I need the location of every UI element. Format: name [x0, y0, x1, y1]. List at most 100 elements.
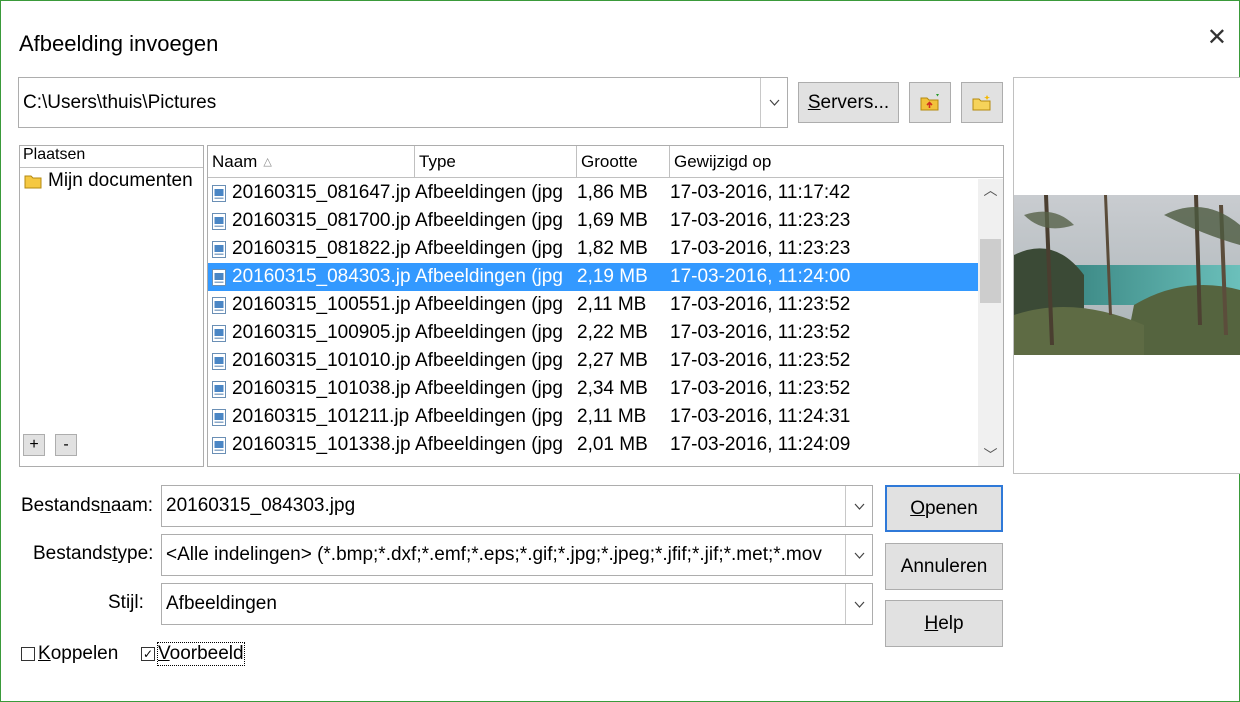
place-item-my-documents[interactable]: Mijn documenten	[24, 170, 193, 192]
cell-modified-text: 17-03-2016, 11:23:23	[670, 238, 851, 259]
cell-modified: 17-03-2016, 11:23:23	[670, 207, 978, 235]
cell-name-text: 20160315_081647.jp	[232, 182, 411, 203]
table-row[interactable]: 20160315_100905.jp Afbeeldingen (jpg 2,22 …	[208, 319, 978, 347]
preview-checkbox-label: Voorbeeld	[157, 642, 245, 666]
open-button[interactable]: Openen	[885, 485, 1003, 532]
servers-label-mnemonic: S	[807, 91, 821, 113]
preview-image	[1014, 195, 1240, 355]
cell-type-text: Afbeeldingen (jpg	[415, 406, 563, 427]
column-header-modified[interactable]: Gewijzigd op	[670, 146, 1003, 178]
image-file-icon	[212, 296, 226, 314]
filename-combobox[interactable]: 20160315_084303.jpg	[161, 485, 873, 527]
cell-modified: 17-03-2016, 11:17:42	[670, 179, 978, 207]
table-row[interactable]: 20160315_101010.jp Afbeeldingen (jpg 2,27 …	[208, 347, 978, 375]
remove-place-button[interactable]: -	[55, 434, 77, 456]
cell-size: 2,22 MB	[577, 319, 670, 347]
cell-name: 20160315_101338.jp	[208, 431, 415, 459]
preview-checkbox[interactable]: ✓ Voorbeeld	[141, 642, 245, 666]
cell-type-text: Afbeeldingen (jpg	[415, 434, 563, 455]
cell-modified-text: 17-03-2016, 11:23:52	[670, 322, 851, 343]
cell-size: 2,34 MB	[577, 375, 670, 403]
filename-dropdown-arrow[interactable]	[845, 486, 872, 526]
column-header-name[interactable]: Naam △	[208, 146, 415, 178]
cell-name: 20160315_100905.jp	[208, 319, 415, 347]
table-row[interactable]: 20160315_101211.jp Afbeeldingen (jpg 2,11 …	[208, 403, 978, 431]
cell-name: 20160315_100551.jp	[208, 291, 415, 319]
cell-modified: 17-03-2016, 11:24:31	[670, 403, 978, 431]
cell-name-text: 20160315_101211.jp	[232, 406, 410, 427]
chevron-down-icon	[854, 601, 864, 608]
cell-size: 1,82 MB	[577, 235, 670, 263]
cell-size: 1,69 MB	[577, 207, 670, 235]
image-file-icon	[212, 212, 226, 230]
table-row[interactable]: 20160315_101038.jp Afbeeldingen (jpg 2,34 …	[208, 375, 978, 403]
cell-size-text: 2,01 MB	[577, 434, 648, 455]
column-header-type[interactable]: Type	[415, 146, 577, 178]
style-value: Afbeeldingen	[166, 593, 277, 614]
filename-field[interactable]: 20160315_084303.jpg	[166, 486, 355, 526]
link-checkbox-box[interactable]	[21, 647, 35, 661]
scroll-down-icon[interactable]: ﹀	[978, 444, 1003, 466]
table-row[interactable]: 20160315_084303.jp Afbeeldingen (jpg 2,19 …	[208, 263, 978, 291]
cancel-button[interactable]: Annuleren	[885, 543, 1003, 590]
cell-size-text: 2,11 MB	[577, 406, 647, 427]
table-row[interactable]: 20160315_081647.jp Afbeeldingen (jpg 1,86 …	[208, 179, 978, 207]
new-folder-icon	[972, 94, 991, 110]
cell-name-text: 20160315_101038.jp	[232, 378, 411, 399]
table-row[interactable]: 20160315_081700.jp Afbeeldingen (jpg 1,69 …	[208, 207, 978, 235]
filetype-combobox[interactable]: <Alle indelingen> (*.bmp;*.dxf;*.emf;*.e…	[161, 534, 873, 576]
servers-button[interactable]: Servers...	[798, 82, 899, 123]
preview-label: oorbeeld	[169, 643, 244, 664]
cell-size: 2,11 MB	[577, 403, 670, 431]
cell-modified: 17-03-2016, 11:24:00	[670, 263, 978, 291]
filetype-dropdown-arrow[interactable]	[845, 535, 872, 575]
servers-label: ervers...	[820, 91, 890, 113]
chevron-down-icon	[854, 503, 864, 510]
new-folder-button[interactable]	[961, 82, 1003, 123]
cell-size-text: 2,22 MB	[577, 322, 648, 343]
column-header-size[interactable]: Grootte	[577, 146, 670, 178]
filetype-label-pre: Bestands	[33, 543, 113, 564]
style-dropdown-arrow[interactable]	[845, 584, 872, 624]
folder-up-button[interactable]	[909, 82, 951, 123]
filename-label-mnemonic: n	[100, 495, 111, 516]
file-list-scrollbar[interactable]: ︿ ﹀	[978, 179, 1003, 466]
image-file-icon	[212, 352, 226, 370]
table-row[interactable]: 20160315_081822.jp Afbeeldingen (jpg 1,82 …	[208, 235, 978, 263]
place-item-label: Mijn documenten	[48, 170, 193, 191]
link-checkbox[interactable]: Koppelen	[21, 643, 118, 665]
cell-name-text: 20160315_100551.jp	[232, 294, 411, 315]
path-dropdown-arrow[interactable]	[760, 78, 787, 127]
close-icon[interactable]: ✕	[1207, 23, 1227, 52]
cell-type-text: Afbeeldingen (jpg	[415, 294, 563, 315]
file-rows: 20160315_081647.jp Afbeeldingen (jpg 1,86 …	[208, 179, 978, 466]
preview-checkbox-box[interactable]: ✓	[141, 647, 155, 661]
table-row[interactable]: 20160315_100551.jp Afbeeldingen (jpg 2,11 …	[208, 291, 978, 319]
cell-type-text: Afbeeldingen (jpg	[415, 378, 563, 399]
file-list: Naam △ Type Grootte Gewijzigd op 2016031…	[207, 145, 1004, 467]
cell-name-text: 20160315_101338.jp	[232, 434, 411, 455]
column-name-label: Naam	[212, 151, 258, 171]
cell-name: 20160315_101211.jp	[208, 403, 415, 431]
cell-type: Afbeeldingen (jpg	[415, 235, 577, 263]
path-combobox[interactable]: C:\Users\thuis\Pictures	[18, 77, 788, 128]
cell-type: Afbeeldingen (jpg	[415, 319, 577, 347]
insert-image-dialog: Afbeelding invoegen ✕ C:\Users\thuis\Pic…	[0, 0, 1240, 702]
image-file-icon	[212, 436, 226, 454]
folder-icon	[24, 175, 42, 188]
cell-size-text: 2,34 MB	[577, 378, 648, 399]
cell-type: Afbeeldingen (jpg	[415, 347, 577, 375]
add-place-button[interactable]: +	[23, 434, 45, 456]
link-checkbox-label: Koppelen	[38, 643, 118, 665]
style-combobox[interactable]: Afbeeldingen	[161, 583, 873, 625]
style-label: Stijl:	[108, 592, 144, 613]
cell-modified-text: 17-03-2016, 11:23:52	[670, 350, 851, 371]
help-button[interactable]: Help	[885, 600, 1003, 647]
scroll-thumb[interactable]	[980, 239, 1001, 303]
scroll-up-icon[interactable]: ︿	[978, 179, 1003, 201]
cell-size: 2,01 MB	[577, 431, 670, 459]
cell-modified-text: 17-03-2016, 11:23:52	[670, 378, 851, 399]
cell-modified: 17-03-2016, 11:23:52	[670, 375, 978, 403]
table-row[interactable]: 20160315_101338.jp Afbeeldingen (jpg 2,01 …	[208, 431, 978, 459]
cell-type: Afbeeldingen (jpg	[415, 403, 577, 431]
